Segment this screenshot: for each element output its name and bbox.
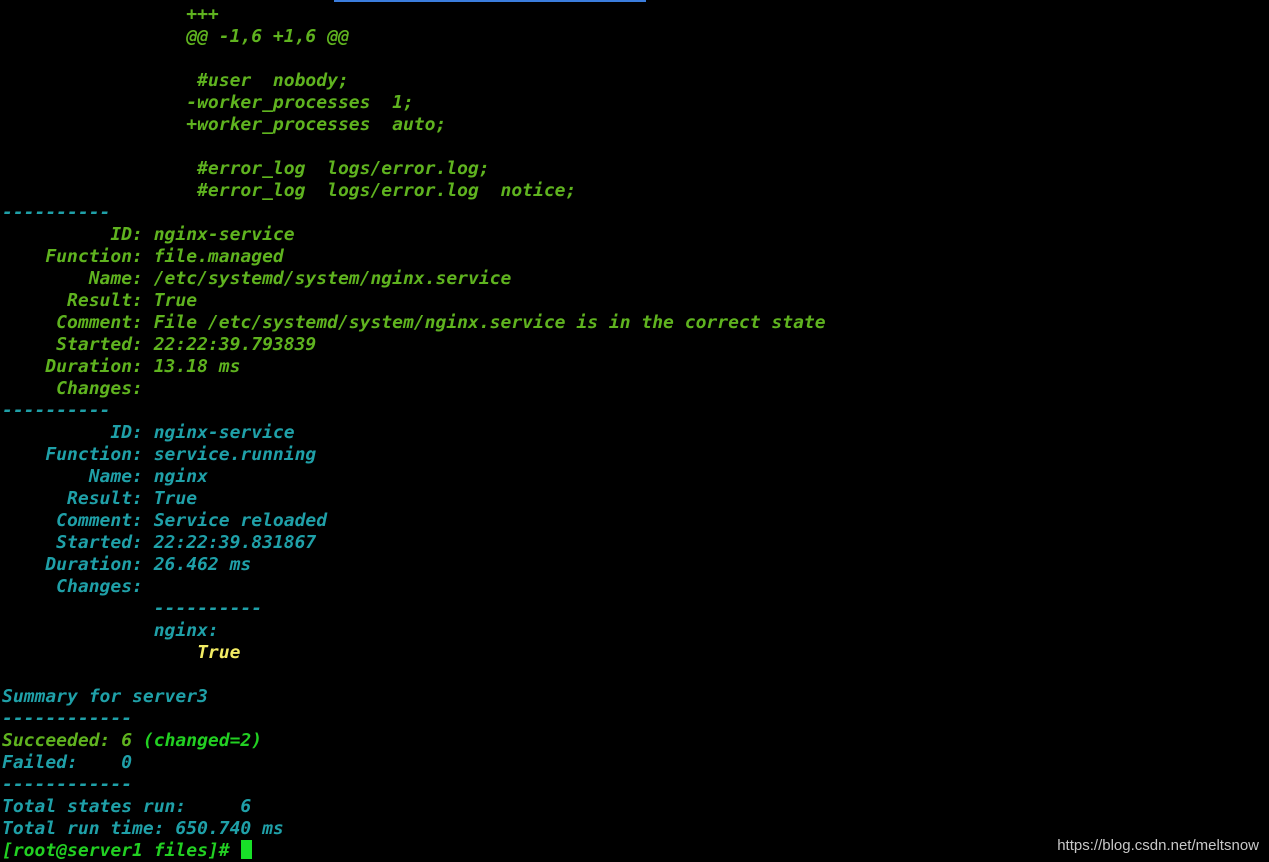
- terminal-line: ID: nginx-service: [2, 422, 295, 444]
- terminal-line: @@ -1,6 +1,6 @@: [2, 26, 349, 48]
- terminal-text: ----------: [2, 400, 111, 421]
- terminal-text: Comment: Service reloaded: [2, 510, 328, 531]
- terminal-line: Duration: 26.462 ms: [2, 554, 251, 576]
- terminal-text: Result: True: [2, 488, 198, 509]
- terminal-text-segment: (changed=2): [142, 730, 263, 751]
- terminal-line: ----------: [2, 400, 110, 422]
- terminal-text: Function: file.managed: [2, 246, 284, 267]
- terminal-text: ------------: [2, 708, 133, 729]
- terminal-line: Failed: 0: [2, 752, 132, 774]
- terminal-text: nginx:: [2, 620, 219, 641]
- prompt-text: [root@server1 files]#: [2, 840, 241, 861]
- text-cursor[interactable]: [241, 840, 253, 859]
- terminal-text: #error_log logs/error.log;: [2, 158, 490, 179]
- terminal-line: ----------: [2, 598, 262, 620]
- terminal-text: Failed: 0: [2, 752, 133, 773]
- terminal-line: #error_log logs/error.log notice;: [2, 180, 576, 202]
- terminal-line: Name: /etc/systemd/system/nginx.service: [2, 268, 512, 290]
- terminal-line: Duration: 13.18 ms: [2, 356, 240, 378]
- terminal-line: Started: 22:22:39.793839: [2, 334, 316, 356]
- terminal-window[interactable]: +++ @@ -1,6 +1,6 @@ #user nobody; -worke…: [0, 0, 1269, 862]
- terminal-line: Total states run: 6: [2, 796, 251, 818]
- terminal-text: +++: [2, 4, 219, 25]
- terminal-line: Total run time: 650.740 ms: [2, 818, 284, 840]
- terminal-text: -worker_processes 1;: [2, 92, 414, 113]
- terminal-text: #user nobody;: [2, 70, 349, 91]
- terminal-text: Duration: 26.462 ms: [2, 554, 252, 575]
- terminal-line: Function: service.running: [2, 444, 316, 466]
- terminal-text: ID: nginx-service: [2, 422, 295, 443]
- terminal-text: ----------: [2, 598, 263, 619]
- terminal-text: Name: /etc/systemd/system/nginx.service: [2, 268, 512, 289]
- terminal-line: Function: file.managed: [2, 246, 284, 268]
- terminal-line: #user nobody;: [2, 70, 349, 92]
- terminal-text: Started: 22:22:39.793839: [2, 334, 317, 355]
- tab-indicator: [334, 0, 646, 2]
- terminal-line: Started: 22:22:39.831867: [2, 532, 316, 554]
- shell-prompt: [root@server1 files]#: [2, 840, 253, 862]
- terminal-line: #error_log logs/error.log;: [2, 158, 490, 180]
- terminal-line: Result: True: [2, 488, 197, 510]
- terminal-line: Result: True: [2, 290, 197, 312]
- terminal-text: ----------: [2, 202, 111, 223]
- terminal-text: Comment: File /etc/systemd/system/nginx.…: [2, 312, 826, 333]
- terminal-line: True: [2, 642, 240, 664]
- terminal-line: Succeeded: 6 (changed=2): [2, 730, 262, 752]
- terminal-text: Changes:: [2, 378, 143, 399]
- terminal-text: Duration: 13.18 ms: [2, 356, 241, 377]
- terminal-text: Total states run: 6: [2, 796, 252, 817]
- terminal-line: Name: nginx: [2, 466, 208, 488]
- terminal-text: Result: True: [2, 290, 198, 311]
- terminal-text: @@ -1,6 +1,6 @@: [2, 26, 349, 47]
- terminal-text: True: [2, 642, 241, 663]
- watermark: https://blog.csdn.net/meltsnow: [1057, 837, 1259, 854]
- terminal-text: Name: nginx: [2, 466, 208, 487]
- terminal-text: +worker_processes auto;: [2, 114, 447, 135]
- terminal-text: ID: nginx-service: [2, 224, 295, 245]
- terminal-line: ------------: [2, 708, 132, 730]
- terminal-text: Changes:: [2, 576, 143, 597]
- terminal-line: +worker_processes auto;: [2, 114, 446, 136]
- terminal-line: ----------: [2, 202, 110, 224]
- terminal-line: Summary for server3: [2, 686, 208, 708]
- terminal-text-segment: Succeeded: 6: [2, 730, 143, 751]
- terminal-text: #error_log logs/error.log notice;: [2, 180, 577, 201]
- terminal-line: Changes:: [2, 576, 143, 598]
- terminal-line: ------------: [2, 774, 132, 796]
- terminal-text: Total run time: 650.740 ms: [2, 818, 284, 839]
- terminal-line: +++: [2, 4, 219, 26]
- terminal-text: Summary for server3: [2, 686, 208, 707]
- terminal-line: -worker_processes 1;: [2, 92, 414, 114]
- terminal-line: ID: nginx-service: [2, 224, 295, 246]
- terminal-line: Changes:: [2, 378, 143, 400]
- terminal-line: Comment: File /etc/systemd/system/nginx.…: [2, 312, 826, 334]
- terminal-text: Started: 22:22:39.831867: [2, 532, 317, 553]
- terminal-line: nginx:: [2, 620, 219, 642]
- terminal-text: Function: service.running: [2, 444, 317, 465]
- terminal-text: ------------: [2, 774, 133, 795]
- terminal-line: Comment: Service reloaded: [2, 510, 327, 532]
